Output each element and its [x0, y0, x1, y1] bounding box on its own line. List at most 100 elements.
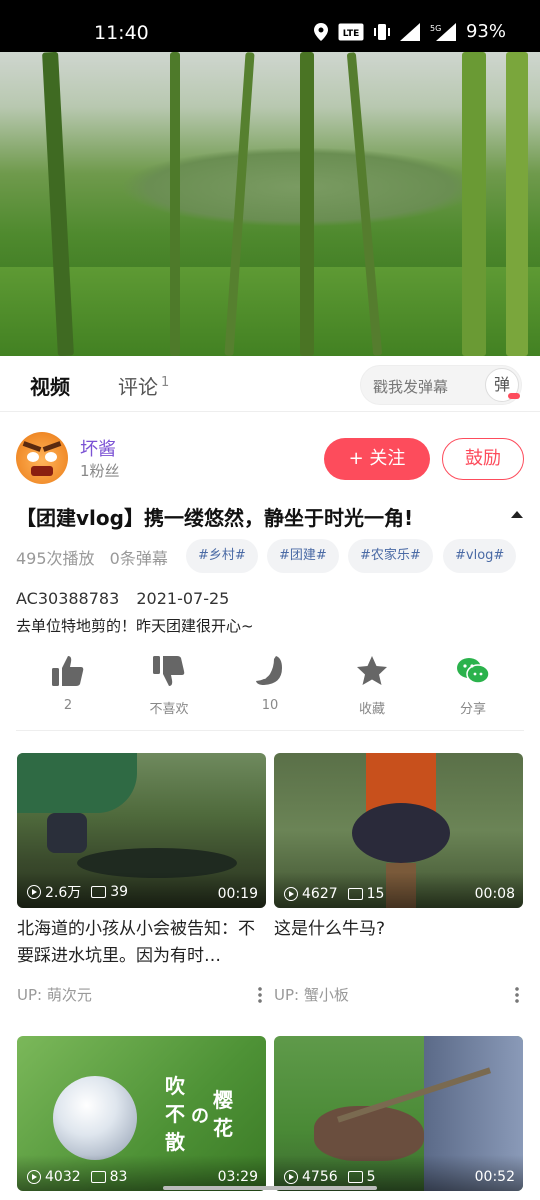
status-bar: 11:40 LTE 5G 93% [0, 0, 540, 52]
thumb-diamond [53, 1076, 137, 1160]
danmu-placeholder: 戳我发弹幕 [373, 378, 449, 396]
signal-5g-icon: 5G [430, 22, 456, 41]
card-thumbnail[interactable]: 4756 5 00:52 [274, 1036, 523, 1191]
recommend-card[interactable]: 4627 15 00:08 这是什么牛马? UP: 蟹小板 [274, 753, 523, 1005]
thumb-figure [352, 803, 450, 863]
thumbs-up-icon [50, 654, 86, 688]
danmaku-icon [347, 1171, 363, 1183]
card-danmaku-count: 5 [366, 1169, 376, 1185]
tag-item[interactable]: #农家乐# [348, 539, 433, 573]
dislike-button[interactable]: 不喜欢 [129, 654, 209, 717]
play-count-icon [27, 1170, 41, 1184]
tab-video[interactable]: 视频 [30, 371, 74, 403]
thumb-figure [47, 813, 87, 853]
card-danmaku-count: 83 [109, 1169, 128, 1185]
card-play-count: 2.6万 [45, 885, 82, 901]
collapse-icon[interactable] [511, 511, 523, 518]
thumb-text: の [191, 1106, 209, 1127]
avatar-brow [42, 441, 62, 452]
share-label: 分享 [459, 702, 486, 717]
card-title[interactable]: 这是什么牛马? [274, 916, 523, 970]
play-count: 495次播放 [16, 549, 95, 568]
card-meta: 4756 5 [284, 1169, 376, 1185]
danmaku-icon [91, 886, 107, 898]
divider [16, 730, 524, 731]
card-meta: 2.6万 39 [27, 882, 128, 902]
favorite-label: 收藏 [358, 702, 385, 717]
danmu-input[interactable]: 戳我发弹幕 弹 [360, 365, 522, 405]
home-indicator[interactable] [163, 1186, 377, 1190]
card-thumbnail[interactable]: 4627 15 00:08 [274, 753, 523, 908]
banana-button[interactable]: 10 [230, 654, 310, 713]
tag-item[interactable]: #乡村# [186, 539, 258, 573]
video-player[interactable] [0, 52, 540, 356]
video-description: 去单位特地剪的！昨天团建很开心~ [16, 617, 254, 635]
publish-date: 2021-07-25 [136, 589, 230, 608]
status-time: 11:40 [94, 22, 149, 44]
card-play-count: 4032 [45, 1169, 81, 1185]
danmaku-icon [90, 1171, 106, 1183]
status-icons: LTE 5G 93% [313, 21, 506, 42]
card-duration: 03:29 [217, 1169, 258, 1185]
more-icon[interactable] [515, 986, 519, 1004]
avatar-eye [45, 452, 57, 462]
recommend-card[interactable]: 2.6万 39 00:19 北海道的小孩从小会被告知：不要踩进水坑里。因为有时…… [17, 753, 266, 1005]
play-count-icon [27, 885, 41, 899]
tab-bar: 视频 评论 1 戳我发弹幕 弹 [0, 356, 540, 412]
danmaku-count: 0条弹幕 [109, 549, 168, 568]
vibrate-icon [373, 23, 390, 40]
svg-text:5G: 5G [430, 24, 441, 33]
uploader-name[interactable]: 坏酱 [80, 435, 116, 461]
more-icon[interactable] [258, 986, 262, 1004]
card-uploader[interactable]: UP: 蟹小板 [274, 984, 523, 1005]
bamboo-stem [462, 52, 486, 356]
card-duration: 00:08 [474, 886, 515, 902]
bamboo-stem [300, 52, 314, 356]
recommend-card[interactable]: 吹不散 の 樱花 4032 83 03:29 [17, 1036, 266, 1191]
recommend-card[interactable]: 4756 5 00:52 [274, 1036, 523, 1191]
card-title[interactable]: 北海道的小孩从小会被告知：不要踩进水坑里。因为有时… [17, 916, 266, 970]
banana-icon [252, 654, 288, 688]
dislike-label: 不喜欢 [149, 702, 189, 717]
location-icon [313, 22, 328, 41]
tag-item[interactable]: #团建# [267, 539, 339, 573]
thumb-figure [17, 753, 137, 813]
svg-text:LTE: LTE [343, 29, 360, 39]
avatar-brow [22, 441, 42, 452]
card-duration: 00:52 [474, 1169, 515, 1185]
tab-video-label: 视频 [30, 375, 70, 399]
star-icon [354, 654, 390, 688]
fans-count: 1粉丝 [80, 462, 120, 480]
card-danmaku-count: 15 [366, 886, 385, 902]
danmu-toggle-button[interactable]: 弹 [485, 368, 520, 402]
card-thumbnail[interactable]: 2.6万 39 00:19 [17, 753, 266, 908]
avatar[interactable] [16, 432, 68, 484]
cheer-button[interactable]: 鼓励 [442, 438, 524, 480]
battery-text: 93% [465, 21, 506, 42]
like-count: 2 [63, 698, 73, 713]
tab-comment-label: 评论 [118, 375, 158, 399]
tab-comment[interactable]: 评论 1 [118, 371, 169, 400]
thumbs-down-icon [151, 654, 187, 688]
video-stats: 495次播放 0条弹幕 [16, 545, 178, 569]
card-play-count: 4627 [302, 886, 338, 902]
tag-item[interactable]: #vlog# [443, 539, 517, 573]
wechat-icon [455, 654, 491, 688]
thumb-text: 吹不散 [165, 1074, 185, 1154]
card-duration: 00:19 [217, 886, 258, 902]
favorite-button[interactable]: 收藏 [332, 654, 412, 717]
card-meta: 4032 83 [27, 1169, 127, 1185]
volte-icon: LTE [338, 23, 364, 40]
card-uploader[interactable]: UP: 萌次元 [17, 984, 266, 1005]
play-count-icon [284, 1170, 298, 1184]
follow-button[interactable]: + 关注 [324, 438, 430, 480]
card-thumbnail[interactable]: 吹不散 の 樱花 4032 83 03:29 [17, 1036, 266, 1191]
signal-icon [399, 22, 420, 41]
avatar-mouth [31, 466, 53, 476]
card-danmaku-count: 39 [110, 884, 129, 900]
card-meta: 4627 15 [284, 886, 384, 902]
bamboo-stem [506, 52, 528, 356]
play-count-icon [284, 887, 298, 901]
share-button[interactable]: 分享 [433, 654, 513, 717]
like-button[interactable]: 2 [28, 654, 108, 713]
